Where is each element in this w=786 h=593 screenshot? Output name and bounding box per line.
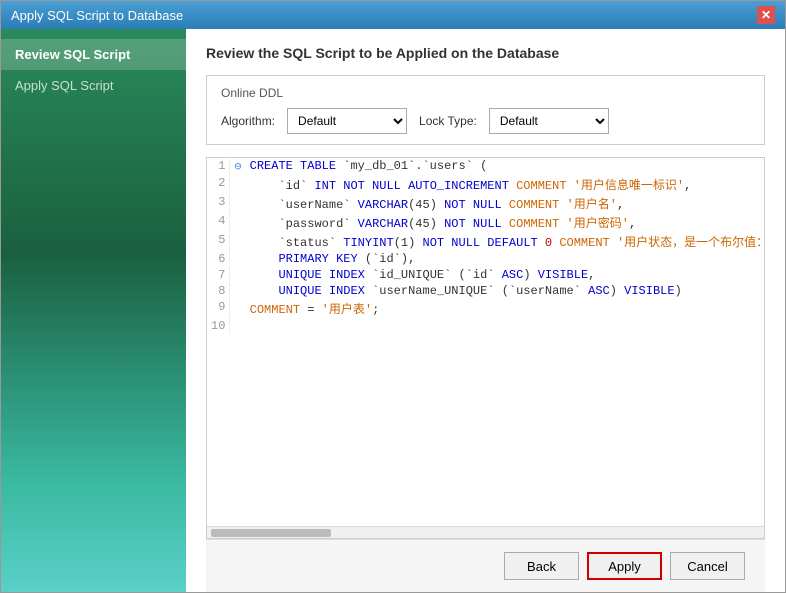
line-gutter: [230, 194, 246, 213]
horizontal-scrollbar[interactable]: [207, 526, 764, 538]
code-line: PRIMARY KEY (`id`),: [246, 251, 765, 267]
online-ddl-row: Algorithm: Default INPLACE COPY Lock Typ…: [221, 108, 750, 134]
lock-type-label: Lock Type:: [419, 114, 477, 128]
line-gutter: [230, 232, 246, 251]
sidebar-item-apply-label: Apply SQL Script: [15, 78, 114, 93]
code-line: CREATE TABLE `my_db_01`.`users` (: [246, 158, 765, 175]
line-number: 6: [207, 251, 230, 267]
code-line: `id` INT NOT NULL AUTO_INCREMENT COMMENT…: [246, 175, 765, 194]
algorithm-select[interactable]: Default INPLACE COPY: [287, 108, 407, 134]
dialog-title: Apply SQL Script to Database: [11, 8, 183, 23]
code-line: `password` VARCHAR(45) NOT NULL COMMENT …: [246, 213, 765, 232]
line-number: 7: [207, 267, 230, 283]
line-gutter: [230, 251, 246, 267]
footer-buttons: Back Apply Cancel: [206, 539, 765, 592]
table-row: 1 ⊖ CREATE TABLE `my_db_01`.`users` (: [207, 158, 765, 175]
lock-type-select[interactable]: Default NONE SHARED EXCLUSIVE: [489, 108, 609, 134]
table-row: 7 UNIQUE INDEX `id_UNIQUE` (`id` ASC) VI…: [207, 267, 765, 283]
table-row: 2 `id` INT NOT NULL AUTO_INCREMENT COMME…: [207, 175, 765, 194]
code-line: `status` TINYINT(1) NOT NULL DEFAULT 0 C…: [246, 232, 765, 251]
line-gutter: [230, 318, 246, 334]
line-number: 3: [207, 194, 230, 213]
line-number: 9: [207, 299, 230, 318]
cancel-button[interactable]: Cancel: [670, 552, 745, 580]
sidebar: Review SQL Script Apply SQL Script: [1, 29, 186, 592]
online-ddl-section: Online DDL Algorithm: Default INPLACE CO…: [206, 75, 765, 145]
line-number: 5: [207, 232, 230, 251]
title-bar: Apply SQL Script to Database ✕: [1, 1, 785, 29]
code-line: COMMENT = '用户表';: [246, 299, 765, 318]
scrollbar-thumb[interactable]: [211, 529, 331, 537]
line-gutter: ⊖: [230, 158, 246, 175]
line-gutter: [230, 283, 246, 299]
line-number: 10: [207, 318, 230, 334]
code-area[interactable]: 1 ⊖ CREATE TABLE `my_db_01`.`users` ( 2: [206, 157, 765, 539]
main-title: Review the SQL Script to be Applied on t…: [206, 45, 765, 61]
code-line: UNIQUE INDEX `id_UNIQUE` (`id` ASC) VISI…: [246, 267, 765, 283]
table-row: 6 PRIMARY KEY (`id`),: [207, 251, 765, 267]
table-row: 10: [207, 318, 765, 334]
apply-sql-dialog: Apply SQL Script to Database ✕ Review SQ…: [0, 0, 786, 593]
line-number: 8: [207, 283, 230, 299]
line-gutter: [230, 213, 246, 232]
line-gutter: [230, 175, 246, 194]
online-ddl-label: Online DDL: [221, 86, 750, 100]
line-gutter: [230, 267, 246, 283]
close-button[interactable]: ✕: [757, 6, 775, 24]
table-row: 4 `password` VARCHAR(45) NOT NULL COMMEN…: [207, 213, 765, 232]
apply-button[interactable]: Apply: [587, 552, 662, 580]
table-row: 9 COMMENT = '用户表';: [207, 299, 765, 318]
dialog-body: Review SQL Script Apply SQL Script Revie…: [1, 29, 785, 592]
line-number: 1: [207, 158, 230, 175]
line-number: 2: [207, 175, 230, 194]
back-button[interactable]: Back: [504, 552, 579, 580]
table-row: 8 UNIQUE INDEX `userName_UNIQUE` (`userN…: [207, 283, 765, 299]
code-line: [246, 318, 765, 334]
code-line: UNIQUE INDEX `userName_UNIQUE` (`userNam…: [246, 283, 765, 299]
table-row: 5 `status` TINYINT(1) NOT NULL DEFAULT 0…: [207, 232, 765, 251]
sidebar-item-review[interactable]: Review SQL Script: [1, 39, 186, 70]
table-row: 3 `userName` VARCHAR(45) NOT NULL COMMEN…: [207, 194, 765, 213]
code-line: `userName` VARCHAR(45) NOT NULL COMMENT …: [246, 194, 765, 213]
algorithm-label: Algorithm:: [221, 114, 275, 128]
line-gutter: [230, 299, 246, 318]
line-number: 4: [207, 213, 230, 232]
main-content: Review the SQL Script to be Applied on t…: [186, 29, 785, 592]
sidebar-item-review-label: Review SQL Script: [15, 47, 130, 62]
code-table: 1 ⊖ CREATE TABLE `my_db_01`.`users` ( 2: [207, 158, 765, 334]
sidebar-item-apply[interactable]: Apply SQL Script: [1, 70, 186, 101]
